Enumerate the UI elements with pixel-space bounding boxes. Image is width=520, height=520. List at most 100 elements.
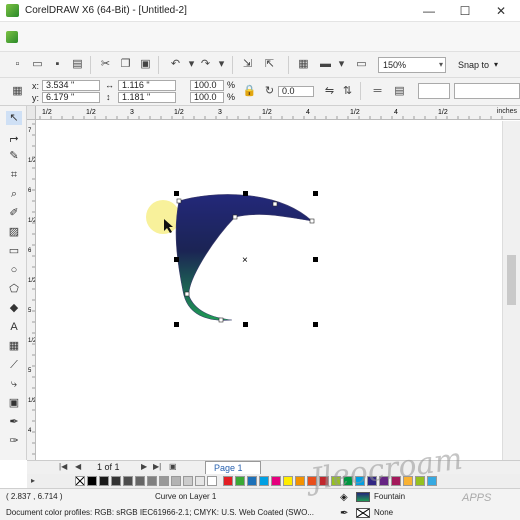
copy-icon[interactable]: ❐ [118,57,133,72]
outline-swatch[interactable] [356,508,370,518]
last-page-icon[interactable]: ▶| [153,462,161,471]
color-swatch[interactable] [271,476,281,486]
document-icon[interactable] [6,31,18,43]
ruler-label: 1/2 [438,109,448,116]
fill-swatch[interactable] [356,492,370,502]
ruler-origin[interactable] [27,106,36,120]
color-swatch[interactable] [99,476,109,486]
smudge-tool-icon[interactable]: ✎ [6,149,22,163]
object-width-field[interactable]: 1.116 " [118,80,176,91]
color-swatch[interactable] [223,476,233,486]
color-swatch[interactable] [183,476,193,486]
eyedropper-tool-icon[interactable]: ✒ [6,415,22,429]
redo-dropdown-icon[interactable]: ▾ [214,57,229,72]
toolbox: ↖ ⮣ ✎ ⌗ ⌕ ✐ ▨ ▭ ○ ⬠ ◆ A ▦ ⟋ ⤷ ▣ ✒ ✑ [0,106,27,460]
horizontal-ruler-ticks: 1/2 1/2 3 1/2 3 1/2 4 1/2 4 1/2 [39,109,503,119]
color-swatch[interactable] [123,476,133,486]
rotation-angle-field[interactable]: 0.0 [278,86,314,97]
x-position-field[interactable]: 3.534 " [42,80,100,91]
print-icon[interactable]: ▤ [70,57,85,72]
object-height-field[interactable]: 1.181 " [118,92,176,103]
dimension-tool-icon[interactable]: ⟋ [6,358,22,372]
connector-tool-icon[interactable]: ⤷ [6,377,22,391]
color-swatch[interactable] [147,476,157,486]
no-color-swatch[interactable] [75,476,85,486]
undo-dropdown-icon[interactable]: ▾ [184,57,199,72]
redo-icon[interactable]: ↷ [198,57,213,72]
next-page-icon[interactable]: ▶ [141,462,147,471]
x-position-label: x: [32,81,40,91]
color-swatch[interactable] [195,476,205,486]
color-swatch[interactable] [159,476,169,486]
rectangle-tool-icon[interactable]: ▭ [6,244,22,258]
vertical-ruler[interactable]: 7 1/2 6 1/2 6 1/2 5 1/2 5 1/2 4 [27,120,36,460]
wrap-text-icon[interactable]: ▤ [392,84,407,99]
interactive-effects-icon[interactable]: ▣ [6,396,22,410]
vertical-scrollbar[interactable] [502,121,520,460]
publish-pdf-icon[interactable]: ▬ [318,57,333,72]
crop-tool-icon[interactable]: ⌗ [6,168,22,182]
page-tab[interactable]: Page 1 [205,461,261,474]
color-swatch[interactable] [171,476,181,486]
previous-page-icon[interactable]: ◀ [75,462,81,471]
drawing-canvas[interactable]: × [37,121,502,460]
scale-x-field[interactable]: 100.0 [190,80,224,91]
add-page-icon[interactable]: ▣ [169,462,177,471]
ruler-label: 1/2 [28,218,36,224]
application-launcher-icon[interactable]: ▦ [296,57,311,72]
zoom-tool-icon[interactable]: ⌕ [6,187,22,201]
outline-width-icon[interactable]: ═ [370,84,385,99]
palette-scroll-left-icon[interactable]: ▸ [31,476,35,485]
color-swatch[interactable] [135,476,145,486]
color-swatch[interactable] [207,476,217,486]
table-tool-icon[interactable]: ▦ [6,339,22,353]
snap-to-button[interactable]: Snap to [458,60,489,70]
import-icon[interactable]: ⇲ [240,57,255,72]
save-icon[interactable]: ▪ [50,57,65,72]
y-position-field[interactable]: 6.179 " [42,92,100,103]
object-origin-icon[interactable]: ▦ [10,84,25,99]
scrollbar-thumb[interactable] [507,255,516,305]
undo-icon[interactable]: ↶ [168,57,183,72]
snap-to-dropdown-icon[interactable]: ▾ [494,60,498,69]
color-profiles-info[interactable]: Document color profiles: RGB: sRGB IEC61… [6,508,314,517]
maximize-button[interactable]: ☐ [448,0,482,22]
color-swatch[interactable] [247,476,257,486]
ellipse-tool-icon[interactable]: ○ [6,263,22,277]
color-swatch[interactable] [235,476,245,486]
start-arrowhead-select[interactable] [418,83,450,99]
color-swatch[interactable] [283,476,293,486]
new-document-icon[interactable]: ▫ [10,57,25,72]
fill-type-label: Fountain [374,492,406,501]
color-swatch[interactable] [259,476,269,486]
coreldraw-app-icon [6,4,19,17]
basic-shapes-icon[interactable]: ◆ [6,301,22,315]
close-button[interactable]: ✕ [484,0,518,22]
line-style-select[interactable] [454,83,520,99]
pick-tool-icon[interactable]: ↖ [6,111,22,125]
minimize-button[interactable]: — [412,0,446,22]
open-folder-icon[interactable]: ▭ [30,57,45,72]
freehand-tool-icon[interactable]: ✐ [6,206,22,220]
publish-dropdown-icon[interactable]: ▾ [334,57,349,72]
color-swatch[interactable] [295,476,305,486]
color-swatch[interactable] [111,476,121,486]
mirror-vertical-icon[interactable]: ⇅ [340,84,355,99]
smart-fill-icon[interactable]: ▨ [6,225,22,239]
zoom-level-select[interactable]: 150% ▾ [378,57,446,73]
mirror-horizontal-icon[interactable]: ⇋ [322,84,337,99]
full-screen-icon[interactable]: ▭ [354,57,369,72]
lock-ratio-icon[interactable]: 🔒 [242,84,257,99]
horizontal-ruler[interactable]: 1/2 1/2 3 1/2 3 1/2 4 1/2 4 1/2 inches [36,106,520,120]
export-icon[interactable]: ⇱ [262,57,277,72]
text-tool-icon[interactable]: A [6,320,22,334]
polygon-tool-icon[interactable]: ⬠ [6,282,22,296]
shape-tool-icon[interactable]: ⮣ [6,131,22,145]
cut-icon[interactable]: ✂ [98,57,113,72]
drawing-page[interactable]: × [37,121,502,460]
paste-icon[interactable]: ▣ [138,57,153,72]
scale-y-field[interactable]: 100.0 [190,92,224,103]
color-swatch[interactable] [87,476,97,486]
outline-pen-icon[interactable]: ✑ [6,434,22,448]
first-page-icon[interactable]: |◀ [59,462,67,471]
